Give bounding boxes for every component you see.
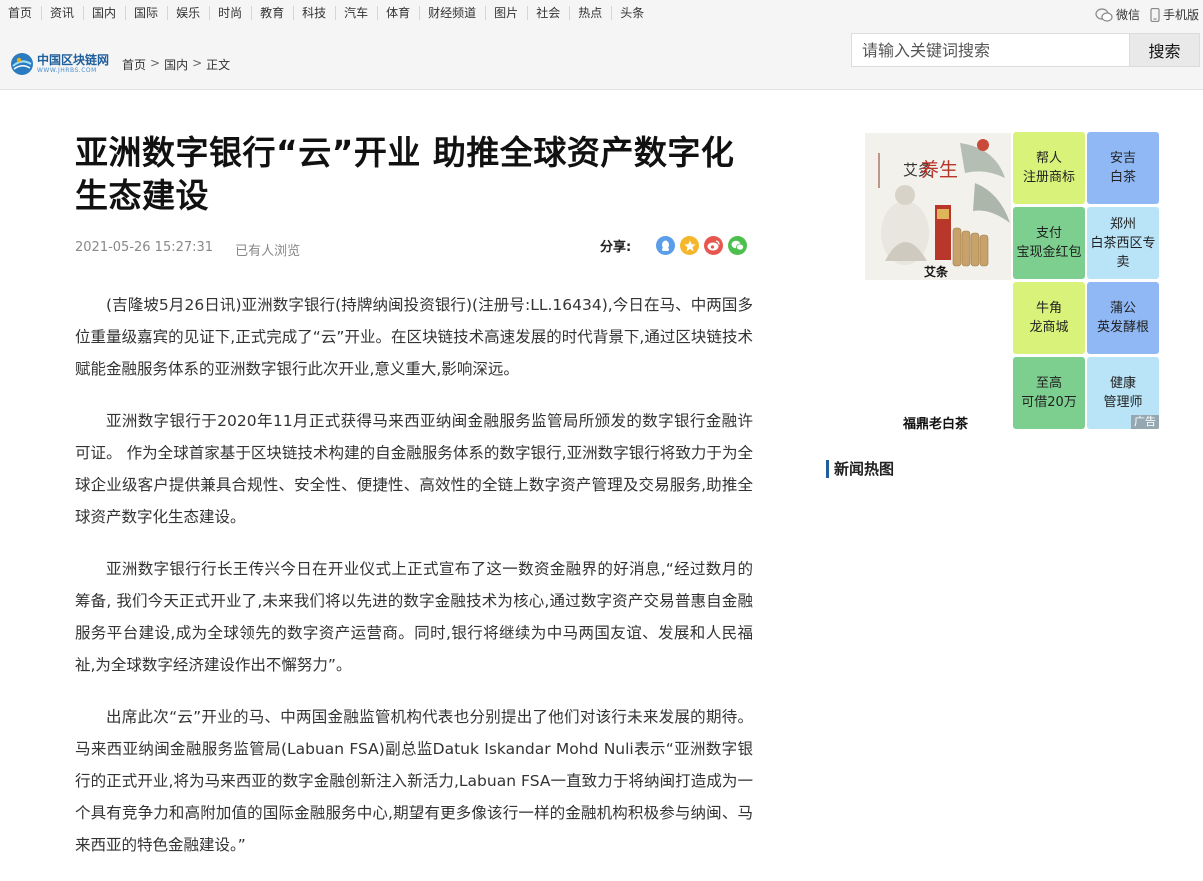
article-body: (吉隆坡5月26日讯)亚洲数字银行(持牌纳闽投资银行)(注册号:LL.16434… bbox=[75, 289, 753, 881]
logo-globe-icon bbox=[11, 53, 33, 75]
ad-brand-b: 养生 bbox=[920, 159, 959, 181]
header: 中国区块链网 WWW.JHRBS.COM 首页 > 国内 > 正文 搜索 bbox=[0, 30, 1203, 90]
ad-label: 广告 bbox=[1131, 415, 1159, 429]
ad-tile[interactable]: 健康 管理师广告 bbox=[1087, 357, 1159, 429]
ad-tile-label: 健康 管理师 bbox=[1103, 376, 1143, 410]
top-nav: 首页 资讯 国内 国际 娱乐 时尚 教育 科技 汽车 体育 财经频道 图片 社会 热点 头条 bbox=[0, 6, 653, 20]
qzone-share-icon[interactable] bbox=[680, 236, 700, 255]
top-nav-item[interactable]: 科技 bbox=[293, 6, 335, 20]
top-nav-item[interactable]: 教育 bbox=[251, 6, 293, 20]
ad-tile-grid: 帮人 注册商标 安吉 白茶支付 宝现金红包 郑州 白茶西区专卖 牛角 龙商城 蒲公 英发… bbox=[1013, 132, 1159, 429]
ad-tile[interactable]: 帮人 注册商标 bbox=[1013, 132, 1085, 204]
share-label: 分享: bbox=[600, 240, 632, 255]
top-nav-item[interactable]: 资讯 bbox=[41, 6, 83, 20]
share-bar: 分享: bbox=[600, 236, 752, 255]
breadcrumb: 首页 > 国内 > 正文 bbox=[122, 56, 230, 73]
top-nav-item[interactable]: 国际 bbox=[125, 6, 167, 20]
breadcrumb-separator: > bbox=[192, 56, 203, 70]
ad-tile-label: 安吉 白茶 bbox=[1109, 151, 1136, 185]
ad-tile[interactable]: 安吉 白茶 bbox=[1087, 132, 1159, 204]
breadcrumb-section[interactable]: 国内 bbox=[164, 56, 188, 73]
wechat-share-icon[interactable] bbox=[728, 236, 748, 255]
top-nav-item[interactable]: 汽车 bbox=[335, 6, 377, 20]
top-nav-item[interactable]: 娱乐 bbox=[167, 6, 209, 20]
ad-tile-label: 支付 宝现金红包 bbox=[1016, 226, 1082, 260]
top-nav-item[interactable]: 首页 bbox=[0, 6, 41, 20]
mobile-link[interactable]: 手机版 bbox=[1150, 6, 1199, 23]
ad-tile[interactable]: 蒲公 英发酵根 bbox=[1087, 282, 1159, 354]
ad-tile[interactable]: 牛角 龙商城 bbox=[1013, 282, 1085, 354]
top-nav-item[interactable]: 社会 bbox=[527, 6, 569, 20]
ad-tile-label: 牛角 龙商城 bbox=[1029, 301, 1069, 335]
search-input[interactable] bbox=[851, 33, 1130, 67]
hot-news-title: 新闻热图 bbox=[826, 460, 894, 478]
article-paragraph: 亚洲数字银行于2020年11月正式获得马来西亚纳闽金融服务监管局所颁发的数字银行… bbox=[75, 412, 753, 526]
mobile-icon bbox=[1150, 7, 1160, 22]
logo-url: WWW.JHRBS.COM bbox=[37, 67, 97, 74]
article-views: 已有人浏览 bbox=[235, 244, 301, 259]
article-date: 2021-05-26 15:27:31 bbox=[75, 240, 214, 255]
top-nav-item[interactable]: 时尚 bbox=[209, 6, 251, 20]
article-paragraph: (吉隆坡5月26日讯)亚洲数字银行(持牌纳闽投资银行)(注册号:LL.16434… bbox=[75, 296, 753, 378]
site-logo[interactable]: 中国区块链网 WWW.JHRBS.COM bbox=[10, 52, 109, 76]
wechat-icon bbox=[1095, 7, 1113, 22]
top-nav-item[interactable]: 热点 bbox=[569, 6, 611, 20]
ad-tile-label: 郑州 白茶西区专卖 bbox=[1090, 216, 1156, 270]
article-paragraph: 出席此次“云”开业的马、中两国金融监管机构代表也分别提出了他们对该行未来发展的期… bbox=[75, 708, 753, 854]
ad-tile[interactable]: 至高 可借20万 bbox=[1013, 357, 1085, 429]
top-nav-item[interactable]: 财经频道 bbox=[419, 6, 485, 20]
logo-name: 中国区块链网 bbox=[37, 53, 110, 67]
search-bar: 搜索 bbox=[851, 33, 1200, 67]
top-nav-item[interactable]: 图片 bbox=[485, 6, 527, 20]
article-meta: 2021-05-26 15:27:31 已有人浏览 bbox=[75, 240, 300, 259]
ad-caption: 艾条 bbox=[924, 265, 949, 279]
ad-tile-label: 蒲公 英发酵根 bbox=[1096, 301, 1149, 335]
mobile-label: 手机版 bbox=[1162, 8, 1199, 22]
moxa-ad-image[interactable]: 艾灸 养生 艾条 bbox=[865, 133, 1011, 280]
top-nav-item[interactable]: 头条 bbox=[611, 6, 653, 20]
breadcrumb-home[interactable]: 首页 bbox=[122, 56, 146, 73]
top-bar: 首页 资讯 国内 国际 娱乐 时尚 教育 科技 汽车 体育 财经频道 图片 社会 热点 头条 微信 手机版 bbox=[0, 0, 1203, 30]
ad-tile-label: 至高 可借20万 bbox=[1021, 376, 1077, 410]
wechat-link[interactable]: 微信 bbox=[1095, 6, 1140, 23]
weibo-share-icon[interactable] bbox=[704, 236, 724, 255]
search-button[interactable]: 搜索 bbox=[1130, 33, 1200, 67]
ad-tile[interactable]: 郑州 白茶西区专卖 bbox=[1087, 207, 1159, 279]
breadcrumb-current: 正文 bbox=[206, 58, 231, 72]
article-title: 亚洲数字银行“云”开业 助推全球资产数字化生态建设 bbox=[75, 133, 735, 215]
ad-tile-label: 帮人 注册商标 bbox=[1022, 151, 1075, 185]
qq-share-icon[interactable] bbox=[656, 236, 676, 255]
article-paragraph: 亚洲数字银行行长王传兴今日在开业仪式上正式宣布了这一数资金融界的好消息,“经过数… bbox=[75, 560, 753, 674]
wechat-label: 微信 bbox=[1115, 8, 1140, 22]
top-nav-item[interactable]: 国内 bbox=[83, 6, 125, 20]
breadcrumb-separator: > bbox=[150, 56, 161, 70]
ad-caption-tea[interactable]: 福鼎老白茶 bbox=[903, 413, 968, 432]
top-nav-item[interactable]: 体育 bbox=[377, 6, 419, 20]
top-right-links: 微信 手机版 bbox=[1085, 6, 1199, 23]
ad-tile[interactable]: 支付 宝现金红包 bbox=[1013, 207, 1085, 279]
